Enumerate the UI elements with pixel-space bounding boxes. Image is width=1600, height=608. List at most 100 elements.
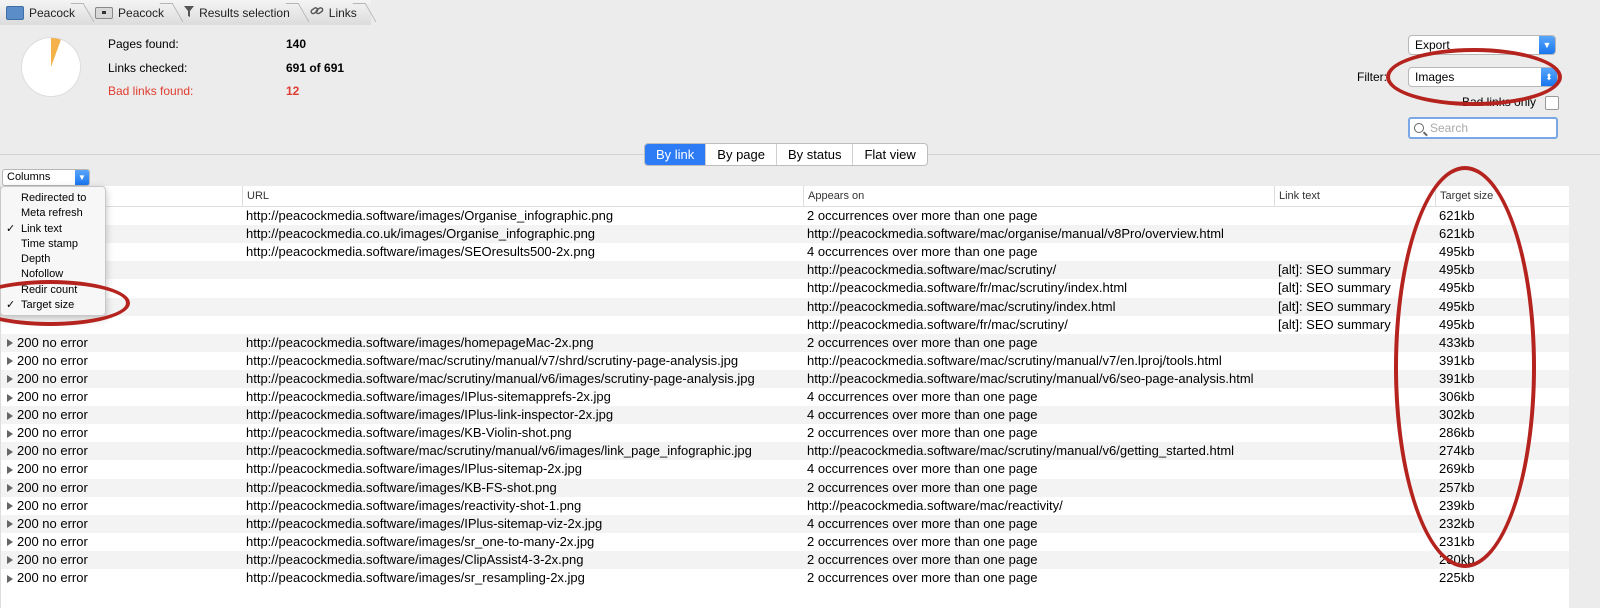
breadcrumb-item-results-selection[interactable]: Results selection <box>178 0 304 25</box>
export-label: Export <box>1415 38 1450 52</box>
status-text: 200 no error <box>17 370 88 386</box>
appears-on-cell: 4 occurrences over more than one page <box>807 244 1038 260</box>
url-cell: http://peacockmedia.software/images/Clip… <box>246 551 584 567</box>
disclosure-triangle-icon[interactable] <box>7 447 13 456</box>
bad-links-only-label: Bad links only <box>1462 95 1537 109</box>
status-cell: 200 no error <box>7 551 239 569</box>
disclosure-triangle-icon[interactable] <box>7 393 13 402</box>
table-row[interactable]: http://peacockmedia.software/images/SEOr… <box>1 243 1569 261</box>
tab-by-link[interactable]: By link <box>645 144 707 165</box>
search-field[interactable]: Search <box>1408 117 1558 139</box>
breadcrumb-item-peacock-folder[interactable]: Peacock <box>0 0 89 25</box>
appears-on-cell: 2 occurrences over more than one page <box>807 533 1038 549</box>
breadcrumb-item-links[interactable]: Links <box>304 0 371 25</box>
columns-menu-item[interactable]: Meta refresh <box>1 206 105 221</box>
table-row[interactable]: http://peacockmedia.software/mac/scrutin… <box>1 261 1569 280</box>
column-header-target-size[interactable]: Target size <box>1435 186 1570 206</box>
columns-menu-item[interactable]: ✓ Target size <box>1 298 105 313</box>
columns-button[interactable]: Columns ▼ <box>2 169 90 186</box>
breadcrumb-label: Results selection <box>199 5 290 20</box>
disclosure-triangle-icon[interactable] <box>7 357 13 366</box>
table-row[interactable]: http://peacockmedia.software/images/Orga… <box>1 207 1569 225</box>
table-row[interactable]: 200 no error http://peacockmedia.software… <box>1 550 1569 569</box>
links-checked-value: 691 of 691 <box>286 61 345 75</box>
status-text: 200 no error <box>17 334 88 350</box>
url-cell: http://peacockmedia.software/images/home… <box>246 334 594 350</box>
status-text: 200 no error <box>17 515 88 531</box>
url-cell: http://peacockmedia.software/mac/scrutin… <box>246 370 755 386</box>
table-row[interactable]: 200 no error http://peacockmedia.software… <box>1 533 1569 551</box>
table-row[interactable]: 200 no error http://peacockmedia.software… <box>1 478 1569 497</box>
menu-item-label: Nofollow <box>21 268 64 281</box>
status-text: 200 no error <box>17 461 88 477</box>
column-header-appears-on[interactable]: Appears on <box>803 186 1274 206</box>
link-text-cell: [alt]: SEO summary <box>1278 298 1391 314</box>
columns-menu-item[interactable]: ✓ Link text <box>1 222 105 237</box>
disclosure-triangle-icon[interactable] <box>7 574 13 583</box>
table-row[interactable]: 200 no error http://peacockmedia.software… <box>1 514 1569 533</box>
disclosure-triangle-icon[interactable] <box>7 429 13 438</box>
table-row[interactable]: 200 no error http://peacockmedia.software… <box>1 442 1569 461</box>
url-cell: http://peacockmedia.software/mac/scrutin… <box>246 443 752 459</box>
appears-on-cell: http://peacockmedia.software/mac/scrutin… <box>807 262 1057 278</box>
tab-flat-view[interactable]: Flat view <box>853 144 926 165</box>
table-row[interactable]: http://peacockmedia.software/fr/mac/scru… <box>1 279 1569 297</box>
appears-on-cell: 4 occurrences over more than one page <box>807 461 1038 477</box>
table-row[interactable]: 200 no error http://peacockmedia.software… <box>1 333 1569 352</box>
column-header-url[interactable]: URL <box>242 186 803 206</box>
table-row[interactable]: 200 no error http://peacockmedia.software… <box>1 406 1569 425</box>
disclosure-triangle-icon[interactable] <box>7 339 13 348</box>
columns-menu-item[interactable]: Redir count <box>1 283 105 298</box>
table-row[interactable]: 200 no error http://peacockmedia.software… <box>1 388 1569 406</box>
url-cell: http://peacockmedia.software/images/KB-F… <box>246 479 557 495</box>
columns-menu-item[interactable]: Nofollow <box>1 267 105 282</box>
summary-panel <box>0 25 1600 155</box>
target-size-cell: 232kb <box>1439 515 1475 531</box>
target-size-cell: 391kb <box>1439 370 1475 386</box>
chevron-down-icon: ▼ <box>75 170 89 185</box>
status-text: 200 no error <box>17 443 88 459</box>
table-row[interactable]: 200 no error http://peacockmedia.software… <box>1 460 1569 478</box>
checkmark-icon: ✓ <box>6 299 16 312</box>
target-size-cell: 225kb <box>1439 570 1475 585</box>
view-mode-segmented-control: By link By page By status Flat view <box>644 143 928 166</box>
export-dropdown[interactable]: Export ▼ <box>1408 35 1556 55</box>
columns-menu-item[interactable]: Time stamp <box>1 237 105 252</box>
table-row[interactable]: http://peacockmedia.software/fr/mac/scru… <box>1 316 1569 334</box>
disclosure-triangle-icon[interactable] <box>7 411 13 420</box>
columns-menu-item[interactable]: Redirected to <box>1 191 105 206</box>
table-row[interactable]: 200 no error http://peacockmedia.software… <box>1 424 1569 442</box>
menu-item-label: Depth <box>21 253 51 266</box>
status-text: 200 no error <box>17 570 88 585</box>
filter-dropdown[interactable]: Images ⬍ <box>1408 67 1558 87</box>
disclosure-triangle-icon[interactable] <box>7 375 13 384</box>
columns-menu-item[interactable]: Depth <box>1 252 105 267</box>
disclosure-triangle-icon[interactable] <box>7 484 13 493</box>
bad-links-only-checkbox[interactable] <box>1545 96 1559 110</box>
table-row[interactable]: http://peacockmedia.co.uk/images/Organis… <box>1 225 1569 244</box>
table-row[interactable]: 200 no error http://peacockmedia.software… <box>1 369 1569 388</box>
target-size-cell: 433kb <box>1439 334 1475 350</box>
disclosure-triangle-icon[interactable] <box>7 556 13 565</box>
columns-button-label: Columns <box>7 171 51 183</box>
table-row[interactable]: http://peacockmedia.software/mac/scrutin… <box>1 297 1569 316</box>
links-table: URL Appears on Link text Target size htt… <box>0 186 1569 608</box>
disclosure-triangle-icon[interactable] <box>7 520 13 529</box>
target-size-cell: 621kb <box>1439 226 1475 242</box>
tab-by-page[interactable]: By page <box>706 144 777 165</box>
disclosure-triangle-icon[interactable] <box>7 465 13 474</box>
disclosure-triangle-icon[interactable] <box>7 502 13 511</box>
table-row[interactable]: 200 no error http://peacockmedia.software… <box>1 569 1569 587</box>
url-cell: http://peacockmedia.software/images/KB-V… <box>246 425 572 441</box>
tab-by-status[interactable]: By status <box>777 144 854 165</box>
target-size-cell: 495kb <box>1439 262 1475 278</box>
bad-links-label: Bad links found: <box>108 84 194 98</box>
breadcrumb-label: Peacock <box>118 5 165 20</box>
search-placeholder[interactable]: Search <box>1430 121 1468 135</box>
table-row[interactable]: 200 no error http://peacockmedia.software… <box>1 352 1569 370</box>
breadcrumb-item-peacock-drive[interactable]: Peacock <box>89 0 178 25</box>
table-row[interactable]: 200 no error http://peacockmedia.software… <box>1 497 1569 515</box>
target-size-cell: 495kb <box>1439 280 1475 296</box>
column-header-link-text[interactable]: Link text <box>1274 186 1429 206</box>
disclosure-triangle-icon[interactable] <box>7 538 13 547</box>
